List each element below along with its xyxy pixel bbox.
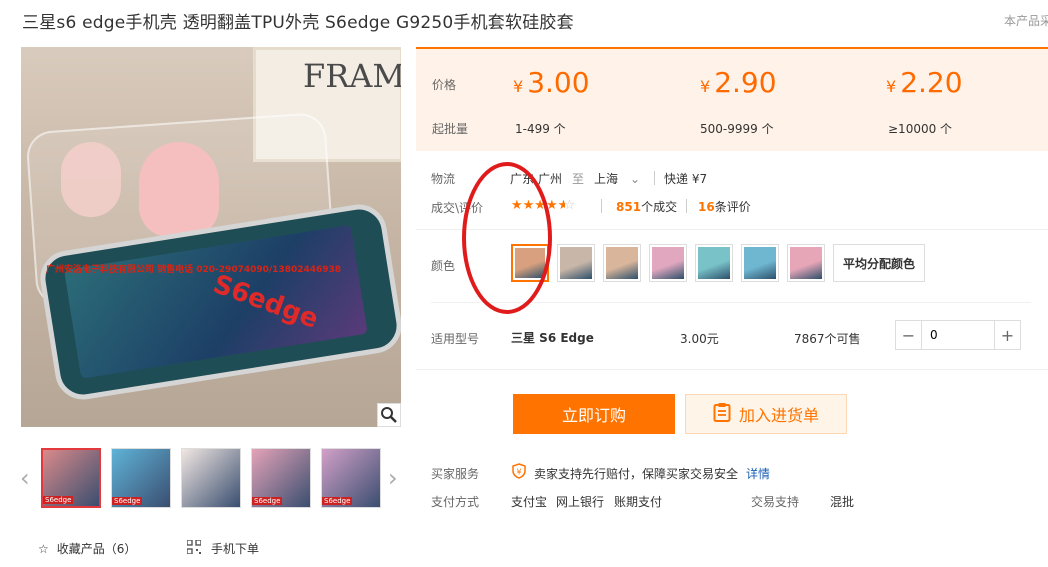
from-province: 广东: [510, 172, 535, 186]
thumbnail[interactable]: S6edge: [41, 448, 101, 508]
thumbnail-next-icon[interactable]: ›: [388, 464, 398, 492]
model-price: 3.00元: [680, 332, 719, 346]
model-name: 三星 S6 Edge: [511, 331, 594, 345]
add-to-cart-button[interactable]: 加入进货单: [685, 394, 847, 434]
color-swatch[interactable]: [695, 244, 733, 282]
model-label: 适用型号: [431, 332, 480, 346]
payment-label: 支付方式: [431, 495, 480, 509]
qty-tier-2: 500-9999 个: [700, 122, 774, 136]
thumbnail[interactable]: S6edge: [251, 448, 311, 508]
plus-icon[interactable]: +: [994, 321, 1020, 349]
destination-select[interactable]: 上海 ⌄: [594, 170, 640, 187]
model-stock: 7867个可售: [794, 332, 861, 346]
from-city: 广州: [538, 172, 563, 186]
quantity-stepper[interactable]: − +: [895, 320, 1021, 350]
trade-support-label: 交易支持: [751, 495, 800, 509]
thumbnail[interactable]: [181, 448, 241, 508]
trade-support-value: 混批: [830, 495, 855, 509]
price-tier-2: ¥2.90: [700, 66, 777, 99]
thumbnail[interactable]: S6edge: [111, 448, 171, 508]
thumbnail[interactable]: S6edge: [321, 448, 381, 508]
quantity-input[interactable]: [922, 321, 992, 349]
color-swatch[interactable]: [511, 244, 549, 282]
chevron-down-icon: ⌄: [630, 172, 641, 186]
main-product-image[interactable]: FRAME 广州安洛电子科技有限公司 销售电话 020-29074090/138…: [21, 47, 401, 427]
qty-tier-3: ≥10000 个: [888, 122, 953, 136]
shop-strip-text: 广州安洛电子科技有限公司 销售电话 020-29074090/138024469…: [46, 265, 342, 275]
buyer-service-label: 买家服务: [431, 467, 480, 481]
thumbnail-prev-icon[interactable]: ‹: [20, 464, 30, 492]
deals-count[interactable]: 851个成交: [616, 198, 677, 215]
product-note: 本产品采: [1004, 14, 1048, 28]
qrcode-icon: [186, 539, 202, 557]
price-tier-3: ¥2.20: [886, 66, 963, 99]
buy-now-button[interactable]: 立即订购: [513, 394, 675, 434]
favorite-button[interactable]: ☆ 收藏产品（6）: [38, 540, 136, 557]
even-distribute-colors-button[interactable]: 平均分配颜色: [833, 244, 925, 282]
color-swatch[interactable]: [649, 244, 687, 282]
svg-text:¥: ¥: [516, 468, 521, 477]
logistics-label: 物流: [431, 172, 456, 186]
detail-link[interactable]: 详情: [746, 465, 770, 482]
payment-alipay: 支付宝: [511, 495, 548, 509]
color-swatch[interactable]: [603, 244, 641, 282]
payment-credit: 账期支付: [614, 495, 663, 509]
color-swatch[interactable]: [787, 244, 825, 282]
clipboard-icon: [713, 402, 731, 427]
reviews-count[interactable]: 16条评价: [698, 198, 751, 215]
reviews-label: 成交\评价: [431, 201, 484, 215]
express-fee: 快递 ¥7: [664, 172, 708, 186]
payment-online-bank: 网上银行: [556, 495, 605, 509]
color-swatch[interactable]: [741, 244, 779, 282]
minus-icon[interactable]: −: [896, 321, 922, 349]
rating-stars: ★★★★★☆: [511, 198, 576, 213]
mobile-order-button[interactable]: 手机下单: [186, 539, 259, 557]
zoom-icon[interactable]: [377, 403, 401, 427]
shield-icon: ¥: [511, 463, 527, 482]
star-outline-icon: ☆: [38, 541, 49, 556]
moq-label: 起批量: [432, 122, 469, 136]
price-label: 价格: [432, 78, 457, 92]
buyer-service-text: 卖家支持先行赔付，保障买家交易安全: [534, 467, 739, 481]
color-swatch[interactable]: [557, 244, 595, 282]
product-title: 三星s6 edge手机壳 透明翻盖TPU外壳 S6edge G9250手机套软硅…: [22, 13, 574, 33]
price-tier-1: ¥3.00: [513, 66, 590, 99]
to-word: 至: [572, 172, 585, 186]
color-label: 颜色: [431, 259, 456, 273]
frame-text: FRAME: [303, 57, 401, 95]
qty-tier-1: 1-499 个: [515, 122, 566, 136]
